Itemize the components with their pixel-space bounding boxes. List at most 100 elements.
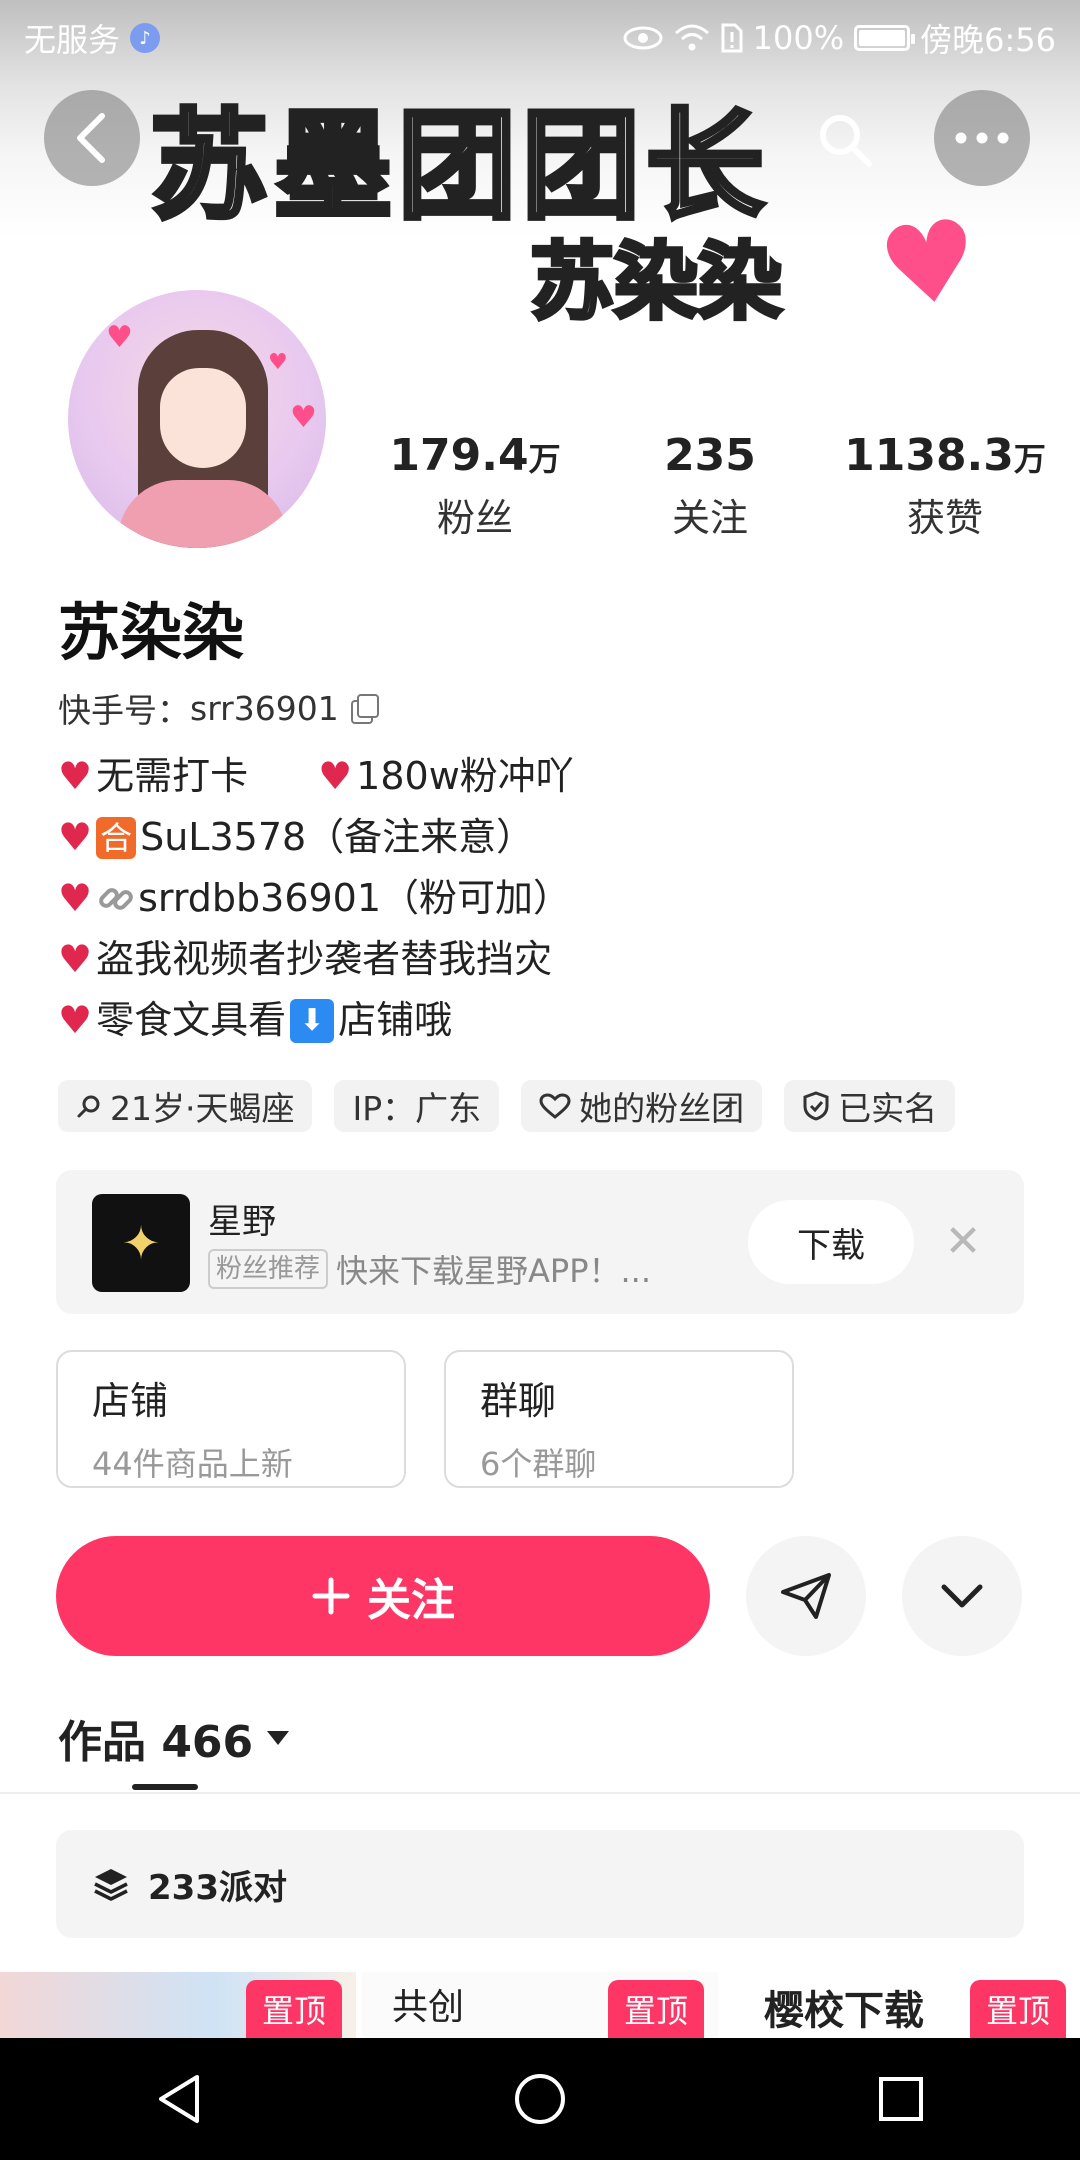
- group-chat-card[interactable]: 群聊 6个群聊: [444, 1350, 794, 1488]
- thumbnail-text: 樱校下载: [764, 1988, 924, 2034]
- home-circle-icon[interactable]: [513, 2072, 567, 2126]
- download-button[interactable]: 下载: [748, 1200, 914, 1284]
- followers-count: 179.4: [389, 430, 529, 481]
- tag-fan-group[interactable]: 她的粉丝团: [521, 1080, 763, 1132]
- search-icon: [77, 1095, 100, 1118]
- heart-icon: ♥: [268, 350, 288, 375]
- pinned-badge: 置顶: [246, 1980, 342, 2038]
- works-label: 作品 466: [58, 1717, 254, 1768]
- tag-age[interactable]: 21岁·天蝎座: [58, 1080, 313, 1132]
- promo-badge: 粉丝推荐: [208, 1249, 329, 1289]
- bio-text: 180w粉冲吖: [356, 754, 574, 798]
- shop-subtitle: 44件商品上新: [92, 1445, 293, 1483]
- bio-text: 无需打卡: [96, 754, 249, 798]
- bio-line: ♥ 盗我视频者抄袭者替我挡灾: [58, 929, 574, 990]
- eye-icon: [623, 26, 663, 50]
- heart-icon: ♥: [871, 193, 988, 335]
- more-button[interactable]: [934, 90, 1030, 186]
- link-icon: [99, 887, 133, 910]
- caret-down-icon: [267, 1731, 290, 1745]
- message-button[interactable]: [746, 1536, 866, 1656]
- tag-ip[interactable]: IP：广东: [334, 1080, 500, 1132]
- promo-app-name: 星野: [208, 1202, 276, 1242]
- group-chat-subtitle: 6个群聊: [480, 1445, 597, 1483]
- down-arrow-icon: ⬇: [290, 998, 335, 1043]
- heart-icon: ♥: [58, 937, 93, 981]
- search-icon: [820, 115, 872, 167]
- follow-button[interactable]: 关注: [56, 1536, 710, 1656]
- app-icon: ✦: [92, 1194, 190, 1292]
- following-count: 235: [664, 430, 756, 481]
- tab-works[interactable]: 作品 466: [58, 1706, 291, 1770]
- tag-label: IP：广东: [352, 1089, 482, 1128]
- clock-time: 傍晚6:56: [920, 21, 1056, 59]
- shield-check-icon: [803, 1091, 829, 1121]
- sim-alert-icon: [721, 23, 743, 53]
- group-chat-title: 群聊: [480, 1379, 557, 1423]
- promo-text: 快来下载星野APP！...: [336, 1252, 652, 1290]
- tag-verified[interactable]: 已实名: [784, 1080, 956, 1132]
- banner-subtitle: 苏染染: [528, 231, 784, 333]
- heart-outline-icon: [539, 1093, 571, 1119]
- bio-line: ♥ srrdbb36901（粉可加）: [58, 868, 574, 929]
- id-label: 快手号：: [58, 691, 190, 730]
- tab-indicator: [132, 1784, 198, 1790]
- followers-stat[interactable]: 179.4万 粉丝: [370, 430, 580, 542]
- followers-unit: 万: [528, 440, 561, 478]
- layers-icon: [94, 1869, 128, 1901]
- follow-label: 关注: [367, 1575, 455, 1626]
- profile-bio: ♥ 无需打卡 ♥ 180w粉冲吖 ♥ 合 SuL3578（备注来意） ♥ srr…: [58, 746, 574, 1051]
- collection-row[interactable]: 233派对: [56, 1830, 1024, 1938]
- avatar[interactable]: ♥ ♥ ♥: [64, 286, 330, 552]
- heart-icon: ♥: [318, 754, 353, 798]
- video-thumbnail[interactable]: 樱校下载 置顶: [724, 1972, 1080, 2038]
- bio-line: ♥ 无需打卡 ♥ 180w粉冲吖: [58, 746, 574, 807]
- heart-icon: ♥: [58, 876, 93, 920]
- app-promo-card[interactable]: ✦ 星野 粉丝推荐 快来下载星野APP！... 下载 ✕: [56, 1170, 1024, 1314]
- pinned-badge: 置顶: [970, 1980, 1066, 2038]
- back-triangle-icon[interactable]: [155, 2073, 203, 2125]
- recents-square-icon[interactable]: [877, 2075, 925, 2123]
- expand-button[interactable]: [902, 1536, 1022, 1656]
- status-bar: 无服务 ♪ 100% 傍晚6:56: [0, 0, 1080, 76]
- profile-name: 苏染染: [58, 596, 245, 669]
- send-icon: [781, 1573, 831, 1619]
- chevron-left-icon: [77, 113, 105, 163]
- collection-label: 233派对: [148, 1867, 287, 1908]
- he-badge: 合: [96, 816, 137, 859]
- heart-icon: ♥: [290, 400, 317, 435]
- likes-count: 1138.3: [844, 430, 1014, 481]
- shop-title: 店铺: [92, 1379, 169, 1423]
- bio-text: 盗我视频者抄袭者替我挡灾: [96, 937, 553, 981]
- heart-icon: ♥: [106, 320, 133, 355]
- profile-stats: 179.4万 粉丝 235 关注 1138.3万 获赞: [370, 430, 1050, 542]
- likes-stat[interactable]: 1138.3万 获赞: [840, 430, 1050, 542]
- following-label: 关注: [671, 496, 748, 540]
- more-icon: [955, 132, 1009, 144]
- tag-label: 她的粉丝团: [579, 1089, 745, 1128]
- back-button[interactable]: [44, 90, 140, 186]
- bio-text: 店铺哦: [338, 998, 453, 1042]
- video-thumbnail[interactable]: 置顶: [0, 1972, 356, 2038]
- battery-icon: [854, 25, 916, 51]
- bio-line: ♥ 零食文具看 ⬇ 店铺哦: [58, 990, 574, 1051]
- search-button[interactable]: [800, 95, 890, 185]
- followers-label: 粉丝: [436, 496, 513, 540]
- chevron-down-icon: [941, 1584, 983, 1608]
- music-icon: ♪: [130, 23, 161, 53]
- video-thumbnail[interactable]: 共创 置顶: [362, 1972, 718, 2038]
- wifi-icon: [674, 24, 709, 51]
- close-icon[interactable]: ✕: [938, 1216, 988, 1267]
- divider: [0, 1792, 1080, 1794]
- likes-unit: 万: [1013, 440, 1046, 478]
- tag-label: 21岁·天蝎座: [110, 1089, 295, 1128]
- kuaishou-id: 快手号： srr36901: [58, 684, 379, 732]
- following-stat[interactable]: 235 关注: [605, 430, 815, 542]
- likes-label: 获赞: [906, 496, 983, 540]
- profile-tags: 21岁·天蝎座 IP：广东 她的粉丝团 已实名: [58, 1080, 956, 1132]
- shop-card[interactable]: 店铺 44件商品上新: [56, 1350, 406, 1488]
- pinned-badge: 置顶: [608, 1980, 704, 2038]
- copy-icon[interactable]: [349, 694, 379, 724]
- video-grid: 置顶 共创 置顶 樱校下载 置顶: [0, 1972, 1080, 2038]
- bio-text: srrdbb36901（粉可加）: [138, 876, 572, 920]
